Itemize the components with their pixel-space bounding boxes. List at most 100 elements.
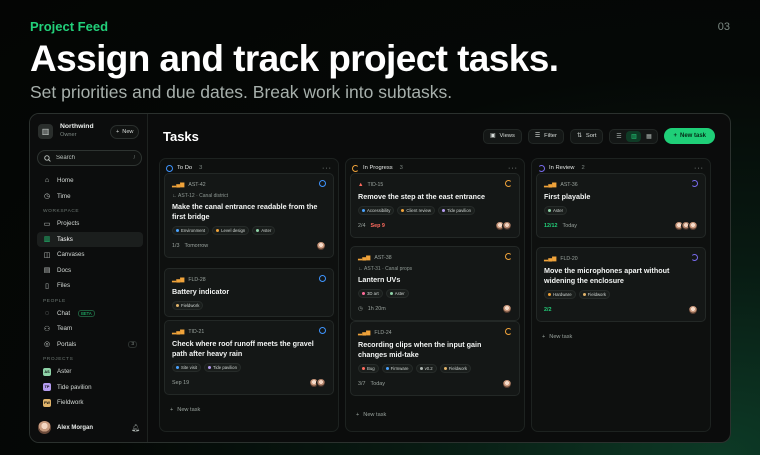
bell-icon[interactable]: 🔔︎	[131, 424, 140, 432]
assignees[interactable]	[502, 379, 512, 389]
assignees[interactable]	[688, 305, 698, 315]
tag[interactable]: Site visit	[172, 363, 201, 372]
tag[interactable]: Tide pavilion	[204, 363, 241, 372]
task-title: Recording clips when the input gain chan…	[358, 340, 482, 359]
tag[interactable]: Level design	[212, 226, 250, 235]
team-icon: ⚇	[43, 325, 51, 333]
assignees[interactable]	[495, 221, 512, 231]
more-icon[interactable]: ···	[694, 165, 704, 172]
add-task-button[interactable]: + New task	[170, 407, 200, 413]
sidebar-item-team[interactable]: ⚇ Team	[37, 321, 143, 336]
tag[interactable]: Bug	[358, 364, 379, 373]
new-button[interactable]: + New	[110, 125, 140, 139]
more-icon[interactable]: ···	[508, 165, 518, 172]
status-icon[interactable]	[505, 328, 512, 337]
task-card[interactable]: ▂▄▆ AST-42 ∟ AST-12 · Canal district Make…	[164, 173, 334, 258]
list-view-icon[interactable]: ☰	[611, 131, 626, 142]
task-id: AST-38	[374, 254, 392, 261]
sort-label: Sort	[585, 133, 597, 139]
new-task-button[interactable]: + New task	[664, 128, 715, 144]
assignees[interactable]	[316, 241, 326, 251]
tag[interactable]: Accessibility	[358, 206, 395, 215]
status-icon[interactable]	[319, 327, 326, 336]
task-card[interactable]: ▂▄▆ AST-38 ∟ AST-31 · Canal props Lantern…	[350, 246, 520, 321]
task-card[interactable]: ▂▄▆ FLD-28 Battery indicator Fieldwork	[164, 268, 334, 317]
status-icon[interactable]	[691, 254, 698, 263]
task-title: Move the microphones apart without widen…	[544, 266, 670, 285]
status-icon[interactable]	[691, 180, 698, 189]
tag[interactable]: Environment	[172, 226, 210, 235]
sidebar-item-canvases[interactable]: ◫ Canvases	[37, 247, 143, 262]
user-menu[interactable]: Alex Morgan 🔔︎	[38, 421, 140, 434]
avatar	[38, 421, 51, 434]
board-column: To Do 3 ··· ▂▄▆ AST-42 ∟ AST-12 · Canal …	[159, 158, 339, 432]
tag[interactable]: Fieldwork	[439, 364, 472, 373]
sidebar-item-label: Home	[57, 177, 74, 184]
task-card[interactable]: ▂▄▆ AST-36 First playable Aster 12/12 Today	[536, 173, 706, 238]
sidebar-project-item[interactable]: TP Tide pavilion	[37, 380, 143, 395]
sidebar-item-portals[interactable]: ◎ Portals 3	[37, 337, 143, 352]
search-box[interactable]: /	[37, 150, 142, 166]
tag[interactable]: 3D art	[358, 289, 383, 298]
task-card[interactable]: ▲ TID-15 Remove the step at the east ent…	[350, 173, 520, 238]
avatar	[316, 378, 326, 388]
assignees[interactable]	[674, 221, 698, 231]
sidebar-item-home[interactable]: ⌂ Home	[37, 173, 143, 188]
task-id: FLD-28	[188, 276, 206, 283]
task-id: TID-21	[188, 328, 205, 335]
status-icon	[166, 164, 173, 172]
status-icon[interactable]	[505, 180, 512, 189]
board-view-icon[interactable]: ▥	[626, 130, 642, 142]
add-task-button[interactable]: + New task	[356, 412, 386, 418]
tag[interactable]: Aster	[544, 206, 568, 215]
sidebar-project-item[interactable]: FW Fieldwork	[37, 395, 143, 410]
add-task-button[interactable]: + New task	[542, 334, 572, 340]
sidebar-item-files[interactable]: ▯ Files	[37, 278, 143, 293]
tag[interactable]: v0.2	[415, 364, 437, 373]
task-card[interactable]: ▂▄▆ TID-21 Check where roof runoff meets…	[164, 320, 334, 395]
sidebar-item-projects[interactable]: ▭ Projects	[37, 216, 143, 231]
workspace-switcher[interactable]: ▥ Northwind Owner	[38, 123, 94, 139]
project-color-icon: TP	[43, 383, 51, 391]
tag[interactable]: Firmware	[381, 364, 413, 373]
sidebar-item-label: Docs	[57, 266, 72, 274]
parent-task[interactable]: ∟ AST-31 · Canal props	[358, 266, 512, 272]
more-icon[interactable]: ···	[322, 165, 332, 172]
search-input[interactable]	[56, 155, 126, 161]
parent-task[interactable]: ∟ AST-12 · Canal district	[172, 193, 326, 199]
table-view-icon[interactable]: ▦	[641, 131, 656, 142]
sidebar-item-label: Projects	[57, 220, 80, 227]
workspace-role: Owner	[60, 132, 77, 138]
tag[interactable]: Hardware	[544, 290, 576, 299]
views-button[interactable]: ▣ Views	[483, 128, 522, 144]
task-title: First playable	[544, 192, 591, 201]
sidebar-item-time[interactable]: ◷ Time	[37, 189, 143, 204]
card-meta: Sep 19	[172, 378, 326, 388]
tag[interactable]: Aster	[385, 289, 409, 298]
subtask-progress: 1/3	[172, 243, 180, 249]
tag-label: Accessibility	[367, 208, 391, 213]
tag[interactable]: Client review	[397, 206, 436, 215]
assignees[interactable]	[502, 304, 512, 314]
tag[interactable]: Fieldwork	[172, 301, 204, 310]
sort-button[interactable]: ⇅ Sort	[569, 128, 604, 144]
section-projects: PROJECTS	[43, 357, 74, 362]
tag[interactable]: Aster	[252, 226, 276, 235]
tag[interactable]: Tide pavilion	[438, 206, 475, 215]
sidebar-item-docs[interactable]: ▤ Docs	[37, 263, 143, 278]
filter-button[interactable]: ☰ Filter	[527, 128, 564, 144]
tag[interactable]: Fieldwork	[578, 290, 611, 299]
sidebar-item-chat[interactable]: ◌ Chat BETA	[37, 306, 143, 321]
status-icon[interactable]	[505, 253, 512, 262]
sidebar-project-item[interactable]: AS Aster	[37, 364, 143, 379]
status-icon[interactable]	[319, 180, 326, 189]
task-card[interactable]: ▂▄▆ FLD-24 Recording clips when the inpu…	[350, 321, 520, 396]
card-meta: 3/7 Today	[358, 379, 512, 389]
task-card[interactable]: ▂▄▆ FLD-20 Move the microphones apart wi…	[536, 247, 706, 322]
status-icon[interactable]	[319, 275, 326, 284]
assignees[interactable]	[309, 378, 326, 388]
column-count: 3	[199, 165, 203, 171]
tag-label: Fieldwork	[448, 366, 468, 371]
plus-icon: +	[116, 129, 120, 135]
sidebar-item-tasks[interactable]: ▥ Tasks	[37, 231, 143, 247]
